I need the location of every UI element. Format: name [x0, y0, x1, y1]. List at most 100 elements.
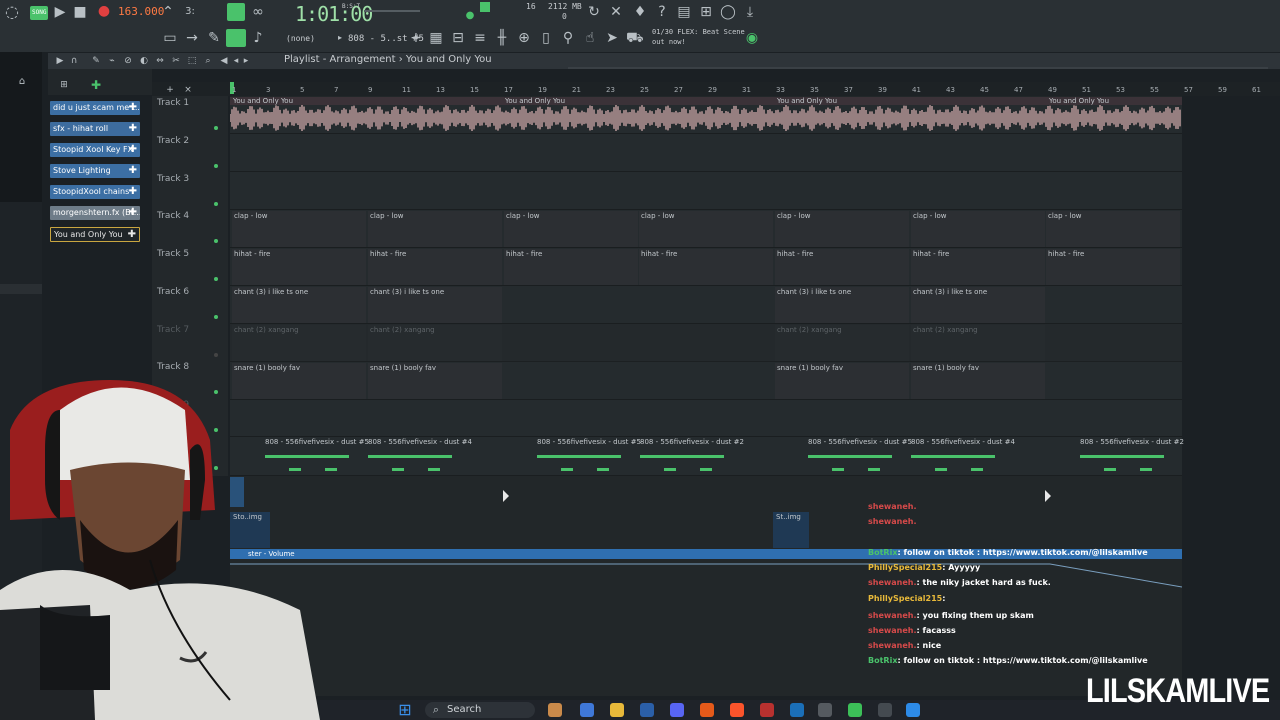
- app-4k-icon[interactable]: [878, 703, 892, 717]
- mic-icon[interactable]: ♦: [632, 4, 648, 20]
- play-icon[interactable]: ▶: [52, 4, 68, 20]
- link-icon[interactable]: ✕: [608, 4, 624, 20]
- plus-icon[interactable]: ✚: [129, 185, 137, 199]
- discord-icon[interactable]: [670, 703, 684, 717]
- zoom-tool-icon[interactable]: ⌕: [200, 53, 216, 69]
- plus-icon[interactable]: ✚: [129, 122, 137, 136]
- master-volume-slider[interactable]: [364, 10, 420, 12]
- paint-tool-icon[interactable]: ⌁: [104, 53, 120, 69]
- picker-add-icon[interactable]: ✚: [88, 77, 104, 93]
- keyboard-icon[interactable]: ▭: [162, 30, 178, 46]
- pattern-item-selected[interactable]: You and Only You ✚: [50, 227, 140, 242]
- mute-tool-icon[interactable]: ◐: [136, 53, 152, 69]
- download-icon[interactable]: ⤓: [742, 4, 758, 20]
- save-icon[interactable]: ▤: [676, 4, 692, 20]
- track-label[interactable]: Track 6: [157, 287, 189, 297]
- horizontal-scrollbar[interactable]: [568, 67, 1268, 69]
- touch-icon[interactable]: ☝: [582, 30, 598, 46]
- plus-icon[interactable]: ✚: [129, 143, 137, 157]
- track-label[interactable]: Track 7: [157, 325, 189, 335]
- slip-tool-icon[interactable]: ⇔: [152, 53, 168, 69]
- app-icon[interactable]: [818, 703, 832, 717]
- pattern-item[interactable]: Stove Lighting ✚: [50, 164, 140, 178]
- track-label[interactable]: Track 2: [157, 136, 189, 146]
- typing-keyboard-button[interactable]: [227, 3, 245, 21]
- lane-track-9[interactable]: [230, 400, 1182, 437]
- plugin-icon[interactable]: ⊞: [698, 4, 714, 20]
- news-line2[interactable]: out now!: [652, 38, 686, 46]
- select-tool-icon[interactable]: ⬚: [184, 53, 200, 69]
- browser-scrollbar[interactable]: [0, 284, 42, 294]
- browser-menu-icon[interactable]: ⌂: [14, 74, 30, 90]
- audio-clip-header[interactable]: [230, 97, 1182, 105]
- pattern-item[interactable]: sfx - hihat roll ✚: [50, 122, 140, 136]
- browser-icon[interactable]: ⊕: [516, 30, 532, 46]
- track-label[interactable]: Track 5: [157, 249, 189, 259]
- step-mode-icon[interactable]: 3:: [182, 4, 198, 20]
- tempo-display[interactable]: 163.000: [118, 5, 164, 18]
- plus-icon[interactable]: ✚: [128, 228, 136, 241]
- snap-button[interactable]: [226, 29, 246, 47]
- bell-icon[interactable]: ♪: [250, 30, 266, 46]
- record-icon[interactable]: ●: [96, 3, 112, 19]
- pattern-prev-icon[interactable]: ▸: [332, 30, 348, 46]
- app-green-icon[interactable]: [848, 703, 862, 717]
- stop-icon[interactable]: ■: [72, 4, 88, 20]
- file-icon[interactable]: ▯: [538, 30, 554, 46]
- pencil-icon[interactable]: ✎: [206, 30, 222, 46]
- brave-icon[interactable]: [730, 703, 744, 717]
- master-pitch-icon[interactable]: ●: [462, 8, 478, 24]
- lane-track-2[interactable]: [230, 134, 1182, 172]
- refresh-icon[interactable]: ↻: [586, 4, 602, 20]
- help-icon[interactable]: ?: [654, 4, 670, 20]
- wait-icon[interactable]: ∞: [250, 4, 266, 20]
- snap-value[interactable]: (none): [286, 34, 315, 43]
- plus-icon[interactable]: ✚: [129, 206, 137, 220]
- taskbar-search[interactable]: ⌕ Search: [425, 702, 535, 718]
- track-label[interactable]: Track 1: [157, 98, 189, 108]
- plus-icon[interactable]: ✚: [129, 164, 137, 178]
- store-icon[interactable]: [640, 703, 654, 717]
- playlist-icon[interactable]: ▦: [428, 30, 444, 46]
- song-position[interactable]: 1:01:00: [295, 2, 373, 26]
- track-mute-led[interactable]: [214, 315, 218, 319]
- lane-track-3[interactable]: [230, 172, 1182, 210]
- windows-start-icon[interactable]: ⊞: [397, 702, 413, 718]
- pattern-item[interactable]: Stoopid Xool Key FX ✚: [50, 143, 140, 157]
- cart-icon[interactable]: ⛟: [626, 30, 644, 46]
- plus-icon[interactable]: ✚: [129, 101, 137, 115]
- track-mute-led[interactable]: [214, 277, 218, 281]
- mixer-icon[interactable]: ╫: [494, 30, 510, 46]
- obs-icon[interactable]: [760, 703, 774, 717]
- track-mute-led[interactable]: [214, 353, 218, 357]
- send-icon[interactable]: ➤: [604, 30, 620, 46]
- track-label[interactable]: Track 3: [157, 174, 189, 184]
- chat-icon[interactable]: ◯: [720, 4, 736, 20]
- steam-icon[interactable]: [790, 703, 804, 717]
- track-mute-led[interactable]: [214, 239, 218, 243]
- track-mute-led[interactable]: [214, 202, 218, 206]
- fl-logo-icon[interactable]: ◌: [4, 4, 20, 20]
- slice-tool-icon[interactable]: ✂: [168, 53, 184, 69]
- fl-studio-icon[interactable]: [700, 703, 714, 717]
- arrow-right-icon[interactable]: →: [184, 30, 200, 46]
- file-explorer-icon[interactable]: [610, 703, 624, 717]
- draw-tool-icon[interactable]: ✎: [88, 53, 104, 69]
- delete-tool-icon[interactable]: ⊘: [120, 53, 136, 69]
- plug-icon[interactable]: ⚲: [560, 30, 576, 46]
- arrow-right-small-icon[interactable]: ▸: [238, 53, 254, 69]
- track-mute-led[interactable]: [214, 164, 218, 168]
- arrangement-name[interactable]: You and Only You: [406, 54, 492, 65]
- metronome-icon[interactable]: ⌃: [160, 4, 176, 20]
- picker-icon[interactable]: ⊞: [56, 77, 72, 93]
- news-line1[interactable]: 01/30 FLEX: Beat Scene: [652, 28, 745, 36]
- taskbar-widget-icon[interactable]: [548, 703, 562, 717]
- photos-icon[interactable]: [906, 703, 920, 717]
- pattern-item[interactable]: StoopidXool chains ✚: [50, 185, 140, 199]
- channel-rack-icon[interactable]: ≡: [472, 30, 488, 46]
- copilot-icon[interactable]: [580, 703, 594, 717]
- add-pattern-icon[interactable]: +: [408, 30, 424, 46]
- track-mute-led[interactable]: [214, 126, 218, 130]
- magnet-icon[interactable]: ∩: [66, 53, 82, 69]
- track-label[interactable]: Track 4: [157, 211, 189, 221]
